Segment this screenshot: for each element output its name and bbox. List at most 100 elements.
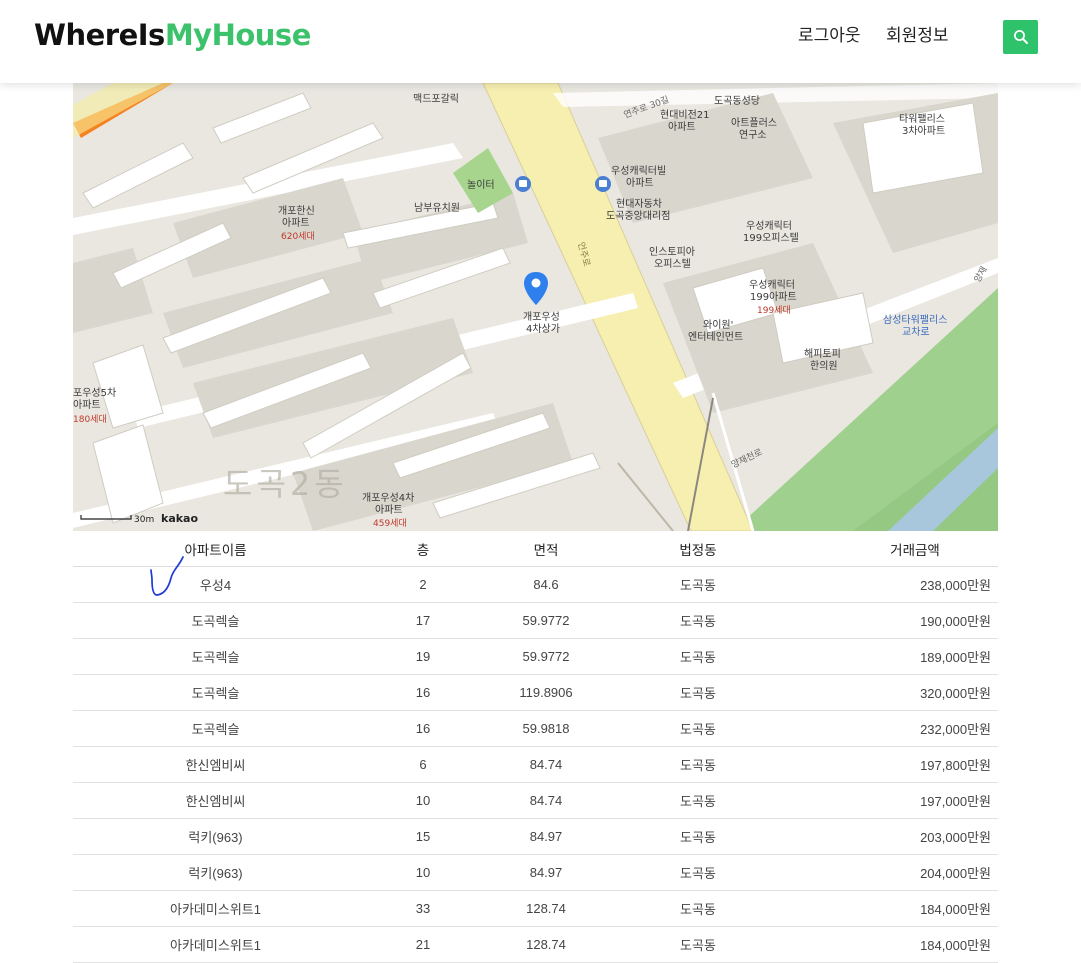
cell-name: 아카데미스위트1	[73, 890, 358, 927]
map-label-tower3: 3차아파트	[902, 125, 945, 137]
cell-price: 232,000만원	[792, 710, 998, 747]
cell-floor: 33	[358, 890, 488, 927]
cell-floor: 10	[358, 782, 488, 819]
table-row[interactable]: 한신엠비씨 10 84.74 도곡동 197,000만원	[73, 782, 998, 819]
map-label-office199: 199오피스텔	[743, 232, 799, 244]
cell-area: 59.9772	[488, 602, 604, 639]
col-header-price[interactable]: 거래금액	[792, 531, 998, 567]
profile-link[interactable]: 회원정보	[886, 21, 949, 46]
cell-price: 197,800만원	[792, 746, 998, 783]
map-label-hyundai-cars: 현대자동차	[616, 198, 662, 210]
cell-dong: 도곡동	[604, 746, 792, 783]
map-label-units199: 199세대	[757, 305, 791, 316]
cell-floor: 15	[358, 818, 488, 855]
col-header-name[interactable]: 아파트이름	[73, 531, 358, 567]
cell-price: 197,000만원	[792, 782, 998, 819]
cell-area: 84.74	[488, 746, 604, 783]
cell-name: 럭키(963)	[73, 854, 358, 891]
cell-price: 238,000만원	[792, 566, 998, 603]
cell-name: 도곡렉슬	[73, 638, 358, 675]
search-button[interactable]	[1003, 20, 1038, 54]
table-row[interactable]: 한신엠비씨 6 84.74 도곡동 197,800만원	[73, 746, 998, 783]
cell-price: 189,000만원	[792, 638, 998, 675]
map-label-research: 연구소	[739, 129, 767, 141]
cell-floor: 2	[358, 566, 488, 603]
cell-floor: 16	[358, 710, 488, 747]
cell-price: 203,000만원	[792, 818, 998, 855]
cell-name: 럭키(963)	[73, 818, 358, 855]
logout-link[interactable]: 로그아웃	[798, 21, 861, 46]
map-label-woosung-cv: 우성캐릭터빌	[611, 165, 666, 177]
cell-floor: 17	[358, 602, 488, 639]
map-label-w4-units: 459세대	[373, 518, 407, 529]
deals-table: 아파트이름 층 면적 법정동 거래금액 우성4 2 84.6 도곡동 238,0…	[73, 531, 998, 963]
cell-price: 184,000만원	[792, 890, 998, 927]
cell-dong: 도곡동	[604, 710, 792, 747]
cell-floor: 21	[358, 926, 488, 963]
cell-name: 도곡렉슬	[73, 602, 358, 639]
table-row[interactable]: 우성4 2 84.6 도곡동 238,000만원	[73, 566, 998, 603]
table-row[interactable]: 럭키(963) 15 84.97 도곡동 203,000만원	[73, 818, 998, 855]
col-header-floor[interactable]: 층	[358, 531, 488, 567]
search-icon	[1013, 30, 1028, 44]
table-row[interactable]: 도곡렉슬 16 119.8906 도곡동 320,000만원	[73, 674, 998, 711]
cell-floor: 19	[358, 638, 488, 675]
map-label-kinder: 남부유치원	[414, 202, 460, 214]
cell-area: 84.97	[488, 854, 604, 891]
bus-stop-icon	[595, 176, 611, 192]
table-row[interactable]: 도곡렉슬 17 59.9772 도곡동 190,000만원	[73, 602, 998, 639]
map-label-w4: 개포우성4차	[362, 492, 414, 504]
map-label-woosung199b: 우성캐릭터	[749, 279, 795, 291]
table-row[interactable]: 아카데미스위트1 33 128.74 도곡동 184,000만원	[73, 890, 998, 927]
map-label-w5-apt: 아파트	[73, 399, 101, 411]
cell-dong: 도곡동	[604, 566, 792, 603]
table-row[interactable]: 아카데미스위트1 21 128.74 도곡동 184,000만원	[73, 926, 998, 963]
map-label-woosung199b-apt: 199아파트	[750, 291, 797, 303]
kakao-map[interactable]: 맥드포갈릭 도곡동성당 현대비전21 아파트 아트플러스 연구소 타워팰리스 3…	[73, 83, 998, 531]
cell-name: 도곡렉슬	[73, 674, 358, 711]
table-row[interactable]: 도곡렉슬 16 59.9818 도곡동 232,000만원	[73, 710, 998, 747]
table-row[interactable]: 럭키(963) 10 84.97 도곡동 204,000만원	[73, 854, 998, 891]
map-label-hyundai21-apt: 아파트	[668, 121, 696, 133]
map-label-woosung199: 우성캐릭터	[746, 220, 792, 232]
map-label-w5-units: 180세대	[73, 414, 107, 425]
map-label-artplus: 아트플러스	[731, 117, 777, 129]
cell-dong: 도곡동	[604, 602, 792, 639]
cell-dong: 도곡동	[604, 638, 792, 675]
col-header-area[interactable]: 면적	[488, 531, 604, 567]
cell-dong: 도곡동	[604, 854, 792, 891]
map-label-church: 도곡동성당	[714, 95, 760, 107]
cell-price: 184,000만원	[792, 926, 998, 963]
site-header: WhereIsMyHouse 로그아웃 회원정보	[0, 0, 1081, 83]
map-label-samsung: 삼성타워팰리스	[883, 313, 947, 326]
map-label-samsung2: 교차로	[902, 326, 930, 338]
pen-stroke-mark	[150, 556, 184, 596]
cell-dong: 도곡동	[604, 818, 792, 855]
cell-dong: 도곡동	[604, 782, 792, 819]
cell-area: 128.74	[488, 890, 604, 927]
table-row[interactable]: 도곡렉슬 19 59.9772 도곡동 189,000만원	[73, 638, 998, 675]
cell-floor: 10	[358, 854, 488, 891]
map-label-marker1: 개포우성	[523, 311, 560, 323]
cell-area: 128.74	[488, 926, 604, 963]
cell-dong: 도곡동	[604, 926, 792, 963]
map-label-officetel: 오피스텔	[654, 258, 691, 270]
cell-price: 190,000만원	[792, 602, 998, 639]
cell-price: 204,000만원	[792, 854, 998, 891]
cell-name: 도곡렉슬	[73, 710, 358, 747]
site-logo[interactable]: WhereIsMyHouse	[34, 18, 311, 52]
map-label-instopia: 인스토피아	[649, 246, 695, 258]
cell-name: 한신엠비씨	[73, 746, 358, 783]
deals-table-header: 아파트이름 층 면적 법정동 거래금액	[73, 531, 998, 567]
cell-floor: 6	[358, 746, 488, 783]
col-header-dong[interactable]: 법정동	[604, 531, 792, 567]
cell-dong: 도곡동	[604, 890, 792, 927]
map-label-w5: 포우성5차	[73, 387, 116, 399]
cell-area: 119.8906	[488, 674, 604, 711]
map-label-happy2: 한의원	[810, 360, 838, 372]
cell-dong: 도곡동	[604, 674, 792, 711]
map-label-dealer: 도곡중앙대리점	[606, 210, 670, 222]
logo-part-1: WhereIs	[34, 18, 165, 52]
map-label-marker2: 4차상가	[526, 323, 560, 335]
cell-area: 84.74	[488, 782, 604, 819]
